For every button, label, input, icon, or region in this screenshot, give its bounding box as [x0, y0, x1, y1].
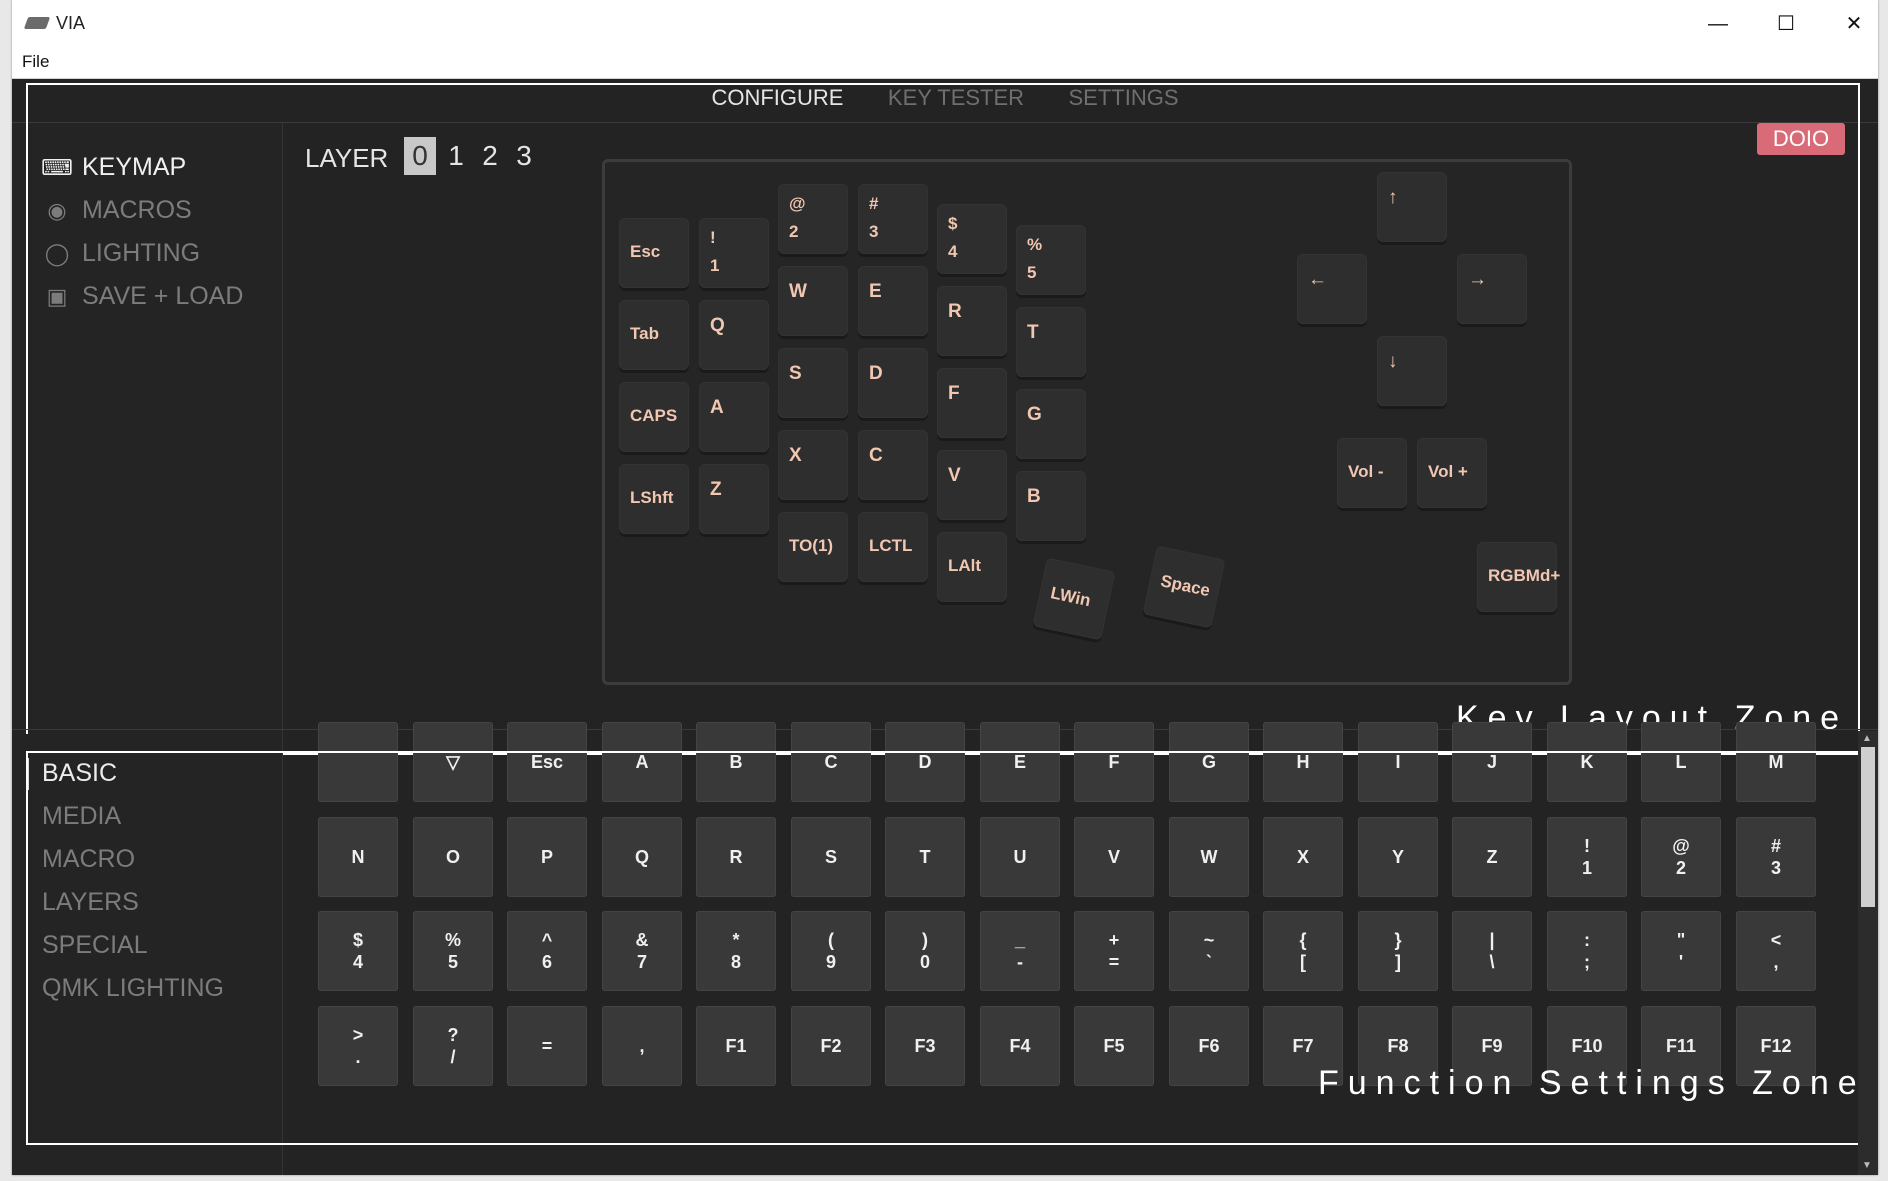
scroll-thumb[interactable] [1861, 747, 1875, 907]
main-content: CONFIGURE KEY TESTER SETTINGS ⌨ KEYMAP ◉ M… [12, 79, 1878, 1175]
key-layout-zone-box [26, 83, 1860, 755]
window-title: VIA [56, 13, 86, 33]
scroll-up-icon[interactable]: ▲ [1862, 733, 1872, 744]
minimize-icon[interactable]: — [1688, 6, 1748, 42]
menu-file[interactable]: File [22, 52, 49, 72]
scrollbar[interactable]: ▲ ▼ [1858, 731, 1878, 1175]
title-bar: VIA — ☐ ✕ [12, 0, 1878, 50]
scroll-down-icon[interactable]: ▼ [1862, 1160, 1872, 1171]
maximize-icon[interactable]: ☐ [1756, 6, 1816, 42]
function-settings-zone-label: Function Settings Zone [1318, 1064, 1866, 1102]
menu-bar: File [12, 50, 1878, 79]
app-window: VIA — ☐ ✕ File CONFIGURE KEY TESTER SETT… [12, 0, 1878, 1175]
close-icon[interactable]: ✕ [1824, 6, 1878, 42]
app-icon [23, 17, 51, 29]
